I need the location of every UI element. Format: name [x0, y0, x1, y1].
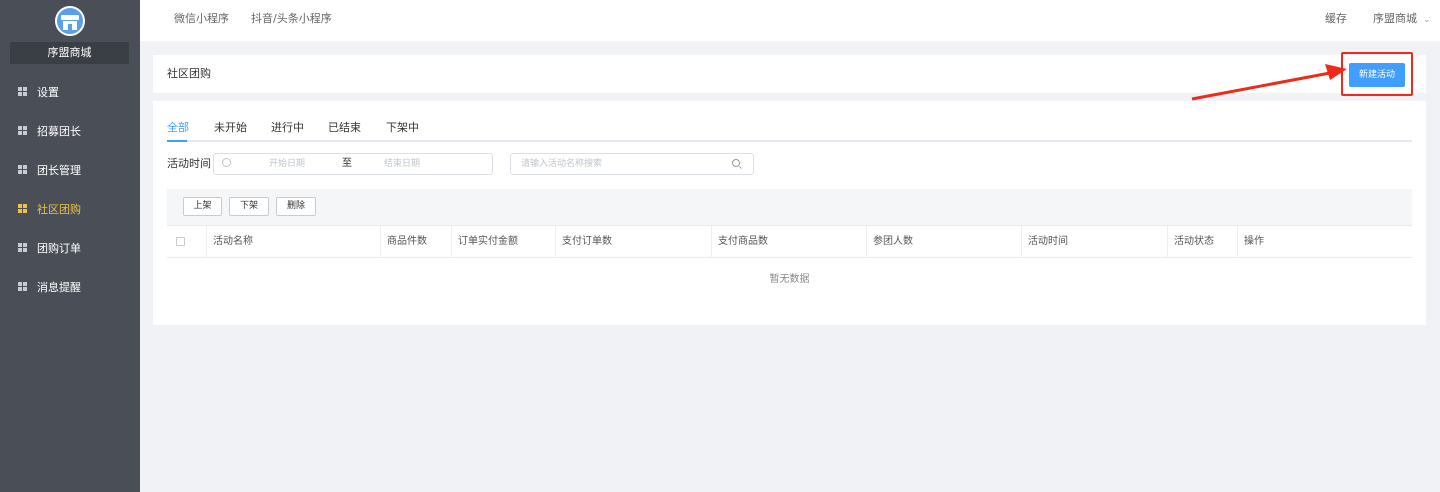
table-header: 活动名称 商品件数 订单实付金额 支付订单数 支付商品数 参团人数 活动时间 活… [167, 225, 1412, 258]
tab-in-progress[interactable]: 进行中 [271, 119, 304, 137]
page-header: 社区团购 新建活动 [153, 52, 1426, 96]
top-bar: 微信小程序 抖音/头条小程序 缓存 序盟商城 ⌄ [140, 0, 1440, 41]
sidebar-item-leader-management[interactable]: 团长管理 [0, 150, 140, 189]
cache-button[interactable]: 缓存 [1325, 0, 1347, 41]
store-name: 序盟商城 [10, 42, 129, 64]
delete-button[interactable]: 删除 [276, 197, 316, 216]
grid-icon [18, 87, 27, 96]
sidebar: 序盟商城 设置 招募团长 团长管理 社区团购 团购订单 消息提醒 [0, 0, 140, 492]
column-header: 支付订单数 [556, 226, 712, 258]
sidebar-item-label: 消息提醒 [37, 280, 81, 294]
new-activity-button[interactable]: 新建活动 [1349, 63, 1405, 87]
column-header: 支付商品数 [712, 226, 867, 258]
sidebar-item-group-orders[interactable]: 团购订单 [0, 228, 140, 267]
clock-icon [222, 158, 231, 167]
tab-douyin-miniprogram[interactable]: 抖音/头条小程序 [251, 0, 332, 41]
tab-active-indicator [167, 140, 187, 142]
activity-table: 上架 下架 删除 活动名称 商品件数 订单实付金额 支付订单数 支付商品数 参团… [167, 189, 1412, 301]
grid-icon [18, 126, 27, 135]
empty-text: 暂无数据 [769, 274, 810, 285]
sidebar-item-community-group-buy[interactable]: 社区团购 [0, 189, 140, 228]
list-on-button[interactable]: 上架 [183, 197, 222, 216]
column-header: 活动时间 [1022, 226, 1168, 258]
grid-icon [18, 282, 27, 291]
start-date-placeholder[interactable]: 开始日期 [269, 154, 305, 174]
page-title: 社区团购 [167, 67, 211, 80]
tab-wechat-miniprogram[interactable]: 微信小程序 [174, 0, 229, 41]
select-all-cell [167, 226, 207, 258]
status-tabs: 全部 未开始 进行中 已结束 下架中 [167, 119, 1412, 142]
main-panel: 全部 未开始 进行中 已结束 下架中 活动时间 开始日期 至 结束日期 请输入活… [153, 101, 1426, 325]
sidebar-item-label: 社区团购 [37, 202, 81, 216]
column-header: 活动状态 [1168, 226, 1238, 258]
sidebar-item-label: 设置 [37, 85, 59, 99]
grid-icon [18, 204, 27, 213]
column-header: 商品件数 [381, 226, 452, 258]
tab-ended[interactable]: 已结束 [328, 119, 361, 137]
search-input[interactable]: 请输入活动名称搜索 [510, 153, 754, 175]
grid-icon [18, 243, 27, 252]
sidebar-item-label: 团长管理 [37, 163, 81, 177]
sidebar-item-label: 团购订单 [37, 241, 81, 255]
user-menu[interactable]: 序盟商城 ⌄ [1373, 0, 1431, 41]
tab-off-shelf[interactable]: 下架中 [386, 119, 419, 137]
sidebar-item-notifications[interactable]: 消息提醒 [0, 267, 140, 306]
column-header: 操作 [1244, 236, 1264, 247]
column-header: 活动名称 [207, 226, 381, 258]
tab-all[interactable]: 全部 [167, 119, 189, 137]
sidebar-item-settings[interactable]: 设置 [0, 72, 140, 111]
end-date-placeholder[interactable]: 结束日期 [384, 154, 420, 174]
column-header: 订单实付金额 [452, 226, 556, 258]
select-all-checkbox[interactable] [176, 237, 185, 246]
column-header: 参团人数 [867, 226, 1022, 258]
chevron-down-icon: ⌄ [1423, 15, 1431, 25]
store-logo-icon [55, 6, 85, 36]
list-off-button[interactable]: 下架 [229, 197, 269, 216]
activity-time-label: 活动时间 [167, 157, 211, 170]
table-empty-row: 暂无数据 [167, 258, 1412, 301]
user-menu-label: 序盟商城 [1373, 12, 1417, 25]
date-range-picker[interactable]: 开始日期 至 结束日期 [213, 153, 493, 175]
grid-icon [18, 165, 27, 174]
sidebar-item-recruit-leader[interactable]: 招募团长 [0, 111, 140, 150]
search-icon[interactable] [732, 159, 740, 167]
search-placeholder: 请输入活动名称搜索 [521, 159, 603, 169]
sidebar-item-label: 招募团长 [37, 124, 81, 138]
date-separator: 至 [342, 158, 352, 169]
tab-not-started[interactable]: 未开始 [214, 119, 247, 137]
